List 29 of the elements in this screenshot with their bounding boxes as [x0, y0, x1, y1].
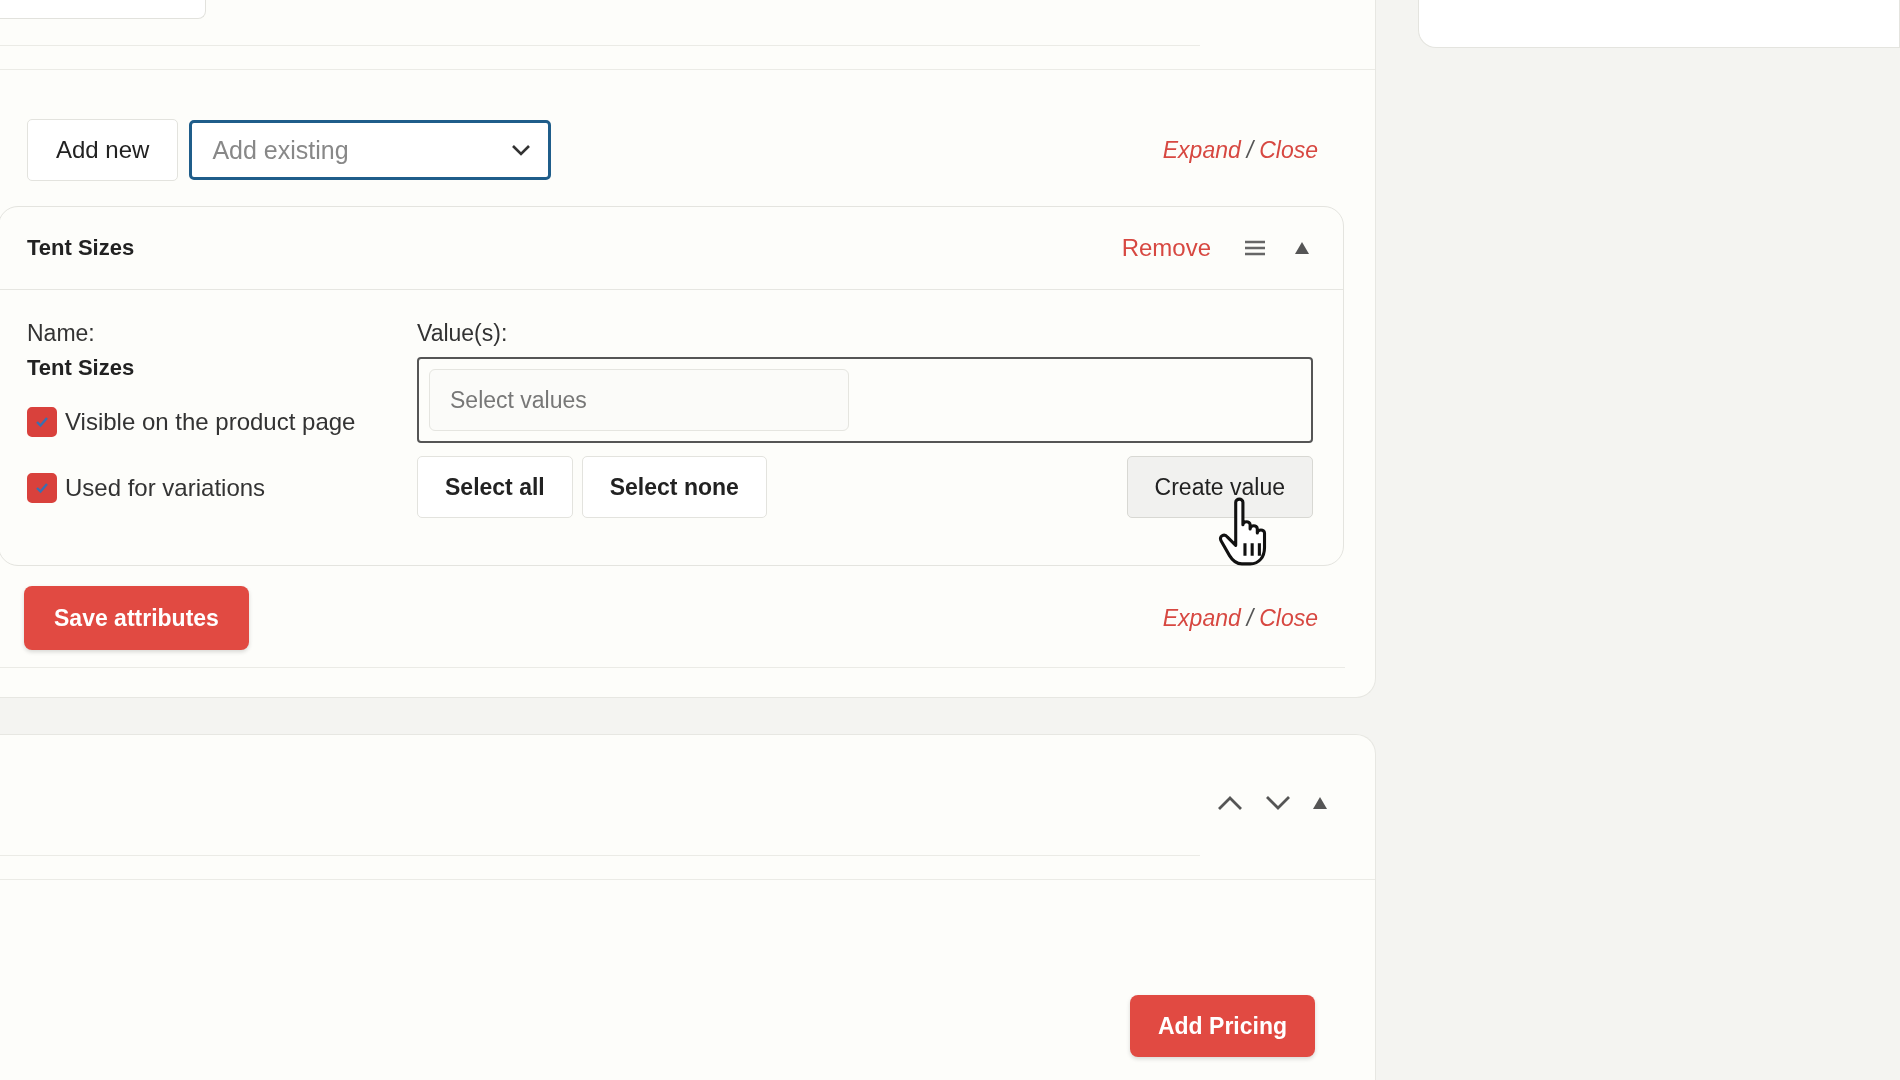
attribute-name: Tent Sizes: [27, 355, 136, 381]
select-button[interactable]: Select all: [417, 456, 573, 518]
checkbox[interactable]: [27, 407, 57, 437]
collapse-icon[interactable]: [1295, 242, 1309, 254]
checkbox-label: Visible on the product page: [65, 408, 356, 436]
remove-link[interactable]: Remove: [1121, 234, 1211, 262]
chevron-up-icon[interactable]: [1217, 795, 1243, 811]
close-link[interactable]: Close: [1259, 604, 1318, 632]
expand-link[interactable]: Expand: [1162, 136, 1241, 164]
create-value-button[interactable]: Create value: [1126, 456, 1313, 518]
select-button[interactable]: Select none: [581, 456, 767, 518]
chevron-down-icon[interactable]: [1265, 795, 1291, 811]
values-label: Value(s):: [417, 320, 509, 347]
expand-link[interactable]: Expand: [1162, 604, 1241, 632]
select-values-field[interactable]: Select values: [429, 369, 849, 431]
menu-icon[interactable]: [1245, 240, 1265, 256]
add-pricing-button[interactable]: Add Pricing: [1129, 995, 1315, 1057]
name-label: Name:: [27, 320, 96, 347]
collapse-icon[interactable]: [1313, 797, 1327, 809]
chevron-down-icon: [511, 144, 532, 156]
save-attributes-button[interactable]: Save attributes: [24, 586, 249, 650]
checkbox-label: Used for variations: [65, 474, 266, 502]
close-link[interactable]: Close: [1259, 136, 1318, 164]
add-new-button[interactable]: Add new: [27, 119, 179, 181]
add-existing-dropdown[interactable]: Add existing: [189, 120, 552, 180]
separator-text: /: [1246, 136, 1254, 164]
separator-text: /: [1246, 604, 1254, 632]
attribute-title: Tent Sizes: [27, 235, 135, 261]
checkbox[interactable]: [27, 473, 57, 503]
